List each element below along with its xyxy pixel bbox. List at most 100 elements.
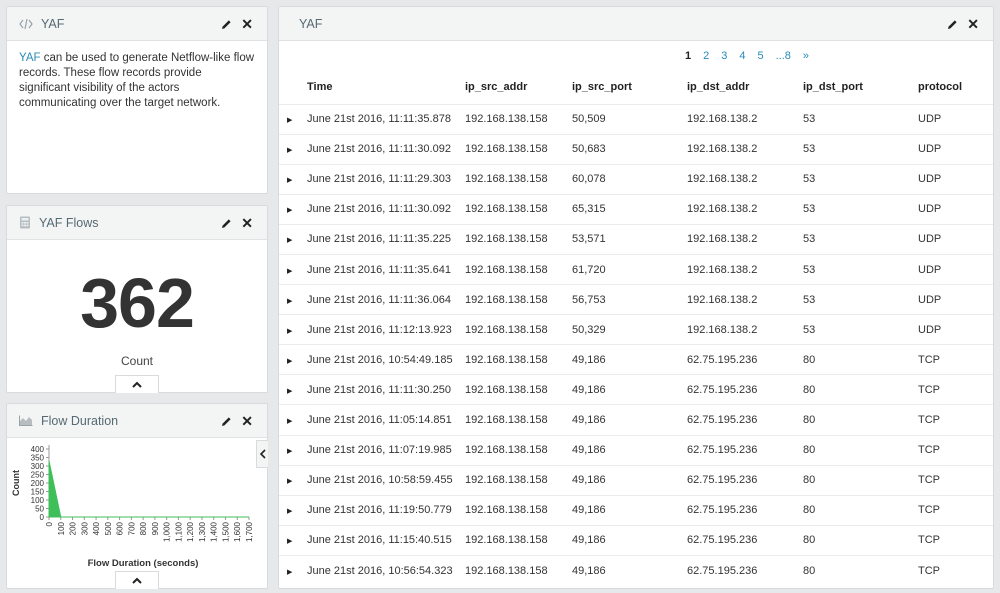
x-tick-label: 700 xyxy=(127,521,136,535)
collapse-button[interactable] xyxy=(115,571,159,589)
caret-right-icon[interactable]: ▶ xyxy=(287,417,292,425)
column-header-protocol[interactable]: protocol xyxy=(918,71,993,104)
y-tick-label: 50 xyxy=(35,505,44,514)
table-row[interactable]: ▶ June 21st 2016, 11:11:30.092 192.168.138… xyxy=(279,133,993,165)
table-row[interactable]: ▶ June 21st 2016, 11:12:13.923 192.168.138… xyxy=(279,314,993,345)
pencil-icon[interactable] xyxy=(221,416,232,427)
page-link[interactable]: 1 xyxy=(679,50,697,62)
caret-right-icon[interactable]: ▶ xyxy=(287,507,292,515)
cell-ip-dst-port: 53 xyxy=(803,103,918,135)
expand-cell[interactable]: ▶ xyxy=(279,494,307,526)
cell-protocol: UDP xyxy=(918,193,993,225)
page-link[interactable]: 3 xyxy=(715,50,733,62)
pencil-icon[interactable] xyxy=(221,218,232,229)
caret-right-icon[interactable]: ▶ xyxy=(287,537,292,545)
table-row[interactable]: ▶ June 21st 2016, 11:11:35.878 192.168.138… xyxy=(279,103,993,135)
collapse-button[interactable] xyxy=(115,375,159,393)
expand-cell[interactable]: ▶ xyxy=(279,344,307,375)
cell-protocol: TCP xyxy=(918,464,993,496)
table-row[interactable]: ▶ June 21st 2016, 10:56:54.323 192.168.138… xyxy=(279,554,993,586)
area-chart-icon xyxy=(19,415,33,426)
table-row[interactable]: ▶ June 21st 2016, 10:58:59.455 192.168.138… xyxy=(279,464,993,496)
table-row[interactable]: ▶ June 21st 2016, 11:15:40.515 192.168.138… xyxy=(279,524,993,556)
cell-ip-src-addr: 192.168.138.158 xyxy=(465,193,572,225)
page-link[interactable]: ...8 xyxy=(770,50,797,62)
cell-protocol: UDP xyxy=(918,133,993,165)
cell-ip-src-addr: 192.168.138.158 xyxy=(465,133,572,165)
cell-ip-dst-port: 80 xyxy=(803,464,918,496)
expand-cell[interactable]: ▶ xyxy=(279,253,307,285)
cell-protocol: TCP xyxy=(918,434,993,466)
table-row[interactable]: ▶ June 21st 2016, 11:11:30.092 192.168.138… xyxy=(279,193,993,225)
close-icon[interactable]: ✕ xyxy=(241,17,253,31)
table-row[interactable]: ▶ June 21st 2016, 11:11:35.641 192.168.138… xyxy=(279,253,993,285)
cell-ip-src-addr: 192.168.138.158 xyxy=(465,344,572,375)
close-icon[interactable]: ✕ xyxy=(967,17,979,31)
pencil-icon[interactable] xyxy=(947,19,958,30)
column-header-ip-dst-addr[interactable]: ip_dst_addr xyxy=(687,71,803,104)
expand-cell[interactable]: ▶ xyxy=(279,193,307,225)
column-header-ip-src-addr[interactable]: ip_src_addr xyxy=(465,71,572,104)
caret-right-icon[interactable]: ▶ xyxy=(287,267,292,275)
cell-time: June 21st 2016, 11:05:14.851 xyxy=(307,404,465,436)
caret-right-icon[interactable]: ▶ xyxy=(287,206,292,214)
caret-right-icon[interactable]: ▶ xyxy=(287,236,292,244)
caret-right-icon[interactable]: ▶ xyxy=(287,176,292,184)
expand-cell[interactable]: ▶ xyxy=(279,223,307,255)
cell-ip-dst-addr: 192.168.138.2 xyxy=(687,163,803,195)
expand-cell[interactable]: ▶ xyxy=(279,133,307,165)
caret-right-icon[interactable]: ▶ xyxy=(287,387,292,395)
expand-cell[interactable]: ▶ xyxy=(279,314,307,345)
caret-right-icon[interactable]: ▶ xyxy=(287,447,292,455)
cell-time: June 21st 2016, 11:15:40.515 xyxy=(307,524,465,556)
page-link[interactable]: 5 xyxy=(751,50,769,62)
expand-cell[interactable]: ▶ xyxy=(279,163,307,195)
expand-cell[interactable]: ▶ xyxy=(279,404,307,436)
expand-cell[interactable]: ▶ xyxy=(279,524,307,556)
page-link[interactable]: » xyxy=(797,50,815,62)
caret-right-icon[interactable]: ▶ xyxy=(287,116,292,124)
cell-ip-dst-port: 80 xyxy=(803,494,918,526)
flow-duration-panel: Flow Duration ✕ 0 50 100 150 200 250 300 350 400… xyxy=(6,403,268,589)
caret-right-icon[interactable]: ▶ xyxy=(287,568,292,576)
table-row[interactable]: ▶ June 21st 2016, 11:05:14.851 192.168.138… xyxy=(279,404,993,436)
caret-right-icon[interactable]: ▶ xyxy=(287,327,292,335)
expand-cell[interactable]: ▶ xyxy=(279,284,307,315)
caret-right-icon[interactable]: ▶ xyxy=(287,297,292,305)
page-link[interactable]: 4 xyxy=(733,50,751,62)
expand-cell[interactable]: ▶ xyxy=(279,464,307,496)
close-icon[interactable]: ✕ xyxy=(241,216,253,230)
x-tick-label: 200 xyxy=(69,521,78,535)
expand-cell[interactable]: ▶ xyxy=(279,554,307,586)
close-icon[interactable]: ✕ xyxy=(241,414,253,428)
caret-right-icon[interactable]: ▶ xyxy=(287,477,292,485)
table-row[interactable]: ▶ June 21st 2016, 11:11:35.225 192.168.138… xyxy=(279,223,993,255)
expand-cell[interactable]: ▶ xyxy=(279,374,307,405)
table-row[interactable]: ▶ June 21st 2016, 10:54:49.185 192.168.138… xyxy=(279,344,993,375)
cell-ip-dst-addr: 192.168.138.2 xyxy=(687,253,803,285)
cell-ip-src-port: 49,186 xyxy=(572,374,687,405)
table-row[interactable]: ▶ June 21st 2016, 11:07:19.985 192.168.138… xyxy=(279,434,993,466)
yaf-link[interactable]: YAF xyxy=(19,52,41,64)
caret-right-icon[interactable]: ▶ xyxy=(287,146,292,154)
y-tick-label: 250 xyxy=(31,471,45,480)
table-row[interactable]: ▶ June 21st 2016, 11:11:36.064 192.168.138… xyxy=(279,284,993,315)
side-toggle-button[interactable] xyxy=(256,440,268,468)
table-row[interactable]: ▶ June 21st 2016, 11:11:29.303 192.168.138… xyxy=(279,163,993,195)
table-row[interactable]: ▶ June 21st 2016, 11:11:30.250 192.168.138… xyxy=(279,374,993,405)
table-row[interactable]: ▶ June 21st 2016, 11:19:50.779 192.168.138… xyxy=(279,494,993,526)
column-header-time[interactable]: Time xyxy=(307,71,465,104)
page-link[interactable]: 2 xyxy=(697,50,715,62)
cell-ip-dst-addr: 62.75.195.236 xyxy=(687,374,803,405)
expand-cell[interactable]: ▶ xyxy=(279,103,307,135)
expand-cell[interactable]: ▶ xyxy=(279,434,307,466)
column-header-ip-src-port[interactable]: ip_src_port xyxy=(572,71,687,104)
column-header-ip-dst-port[interactable]: ip_dst_port xyxy=(803,71,918,104)
x-tick-label: 500 xyxy=(104,521,113,535)
cell-ip-dst-port: 53 xyxy=(803,284,918,315)
yaf-description-panel: YAF ✕ YAF can be used to generate Netflo… xyxy=(6,6,268,194)
pencil-icon[interactable] xyxy=(221,19,232,30)
cell-ip-src-addr: 192.168.138.158 xyxy=(465,163,572,195)
caret-right-icon[interactable]: ▶ xyxy=(287,357,292,365)
cell-ip-dst-addr: 192.168.138.2 xyxy=(687,193,803,225)
